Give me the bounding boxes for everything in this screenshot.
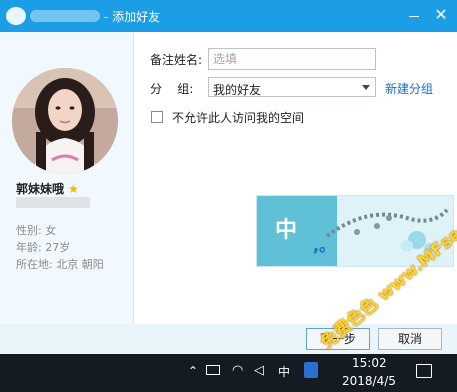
- system-taskbar: ⌃ ◠ ◁ 中 15:02 2018/4/5: [0, 354, 457, 392]
- redacted-qq-number: [16, 197, 90, 208]
- avatar-image: [12, 68, 118, 174]
- volume-icon[interactable]: ◁: [254, 363, 264, 378]
- location-info: 所在地: 北京 朝阳: [16, 258, 104, 271]
- ime-mode-indicator: 中: [275, 218, 298, 243]
- new-group-link[interactable]: 新建分组: [385, 80, 433, 97]
- remark-label: 备注姓名:: [150, 53, 203, 67]
- star-icon: ★: [68, 182, 79, 196]
- cancel-button[interactable]: 取消: [378, 328, 442, 350]
- space-access-checkbox[interactable]: [151, 111, 163, 123]
- group-label: 分 组:: [150, 82, 194, 96]
- profile-panel: 郭妹妹哦 ★ 性别: 女 年龄: 27岁 所在地: 北京 朝阳: [0, 32, 134, 324]
- ime-punct-indicator: ,。: [313, 236, 336, 255]
- chevron-down-icon: [362, 85, 370, 90]
- battery-icon[interactable]: [206, 365, 220, 375]
- avatar: [12, 68, 118, 174]
- age-info: 年龄: 27岁: [16, 241, 71, 254]
- window-title: - 添加好友: [104, 10, 161, 24]
- ime-status-popup: 中 ,。: [256, 195, 454, 267]
- nickname: 郭妹妹哦: [16, 182, 65, 196]
- wifi-icon[interactable]: ◠: [232, 363, 243, 378]
- space-access-label: 不允许此人访问我的空间: [172, 111, 305, 125]
- notification-icon[interactable]: [416, 364, 432, 378]
- minimize-icon[interactable]: [404, 4, 424, 26]
- redacted-username: [30, 10, 100, 22]
- add-friend-window: - 添加好友 ✕ 郭妹妹哦 ★ 性别: 女 年龄: 27岁 所在地: 北京 朝阳…: [0, 0, 457, 392]
- ime-indicator[interactable]: 中: [278, 363, 290, 380]
- next-button[interactable]: 下一步: [306, 328, 370, 350]
- remark-input[interactable]: [208, 48, 376, 70]
- clock-time[interactable]: 15:02: [352, 356, 387, 370]
- close-icon[interactable]: ✕: [430, 4, 452, 26]
- gender-info: 性别: 女: [16, 224, 57, 237]
- nickname-row: 郭妹妹哦 ★: [16, 180, 79, 197]
- group-select[interactable]: 我的好友: [208, 77, 376, 97]
- chevron-up-icon[interactable]: ⌃: [188, 364, 198, 378]
- clock-date[interactable]: 2018/4/5: [342, 374, 396, 388]
- qq-logo-icon: [6, 7, 26, 25]
- shield-icon[interactable]: [304, 362, 318, 378]
- title-bar[interactable]: - 添加好友 ✕: [0, 0, 457, 32]
- group-select-value: 我的好友: [213, 83, 262, 97]
